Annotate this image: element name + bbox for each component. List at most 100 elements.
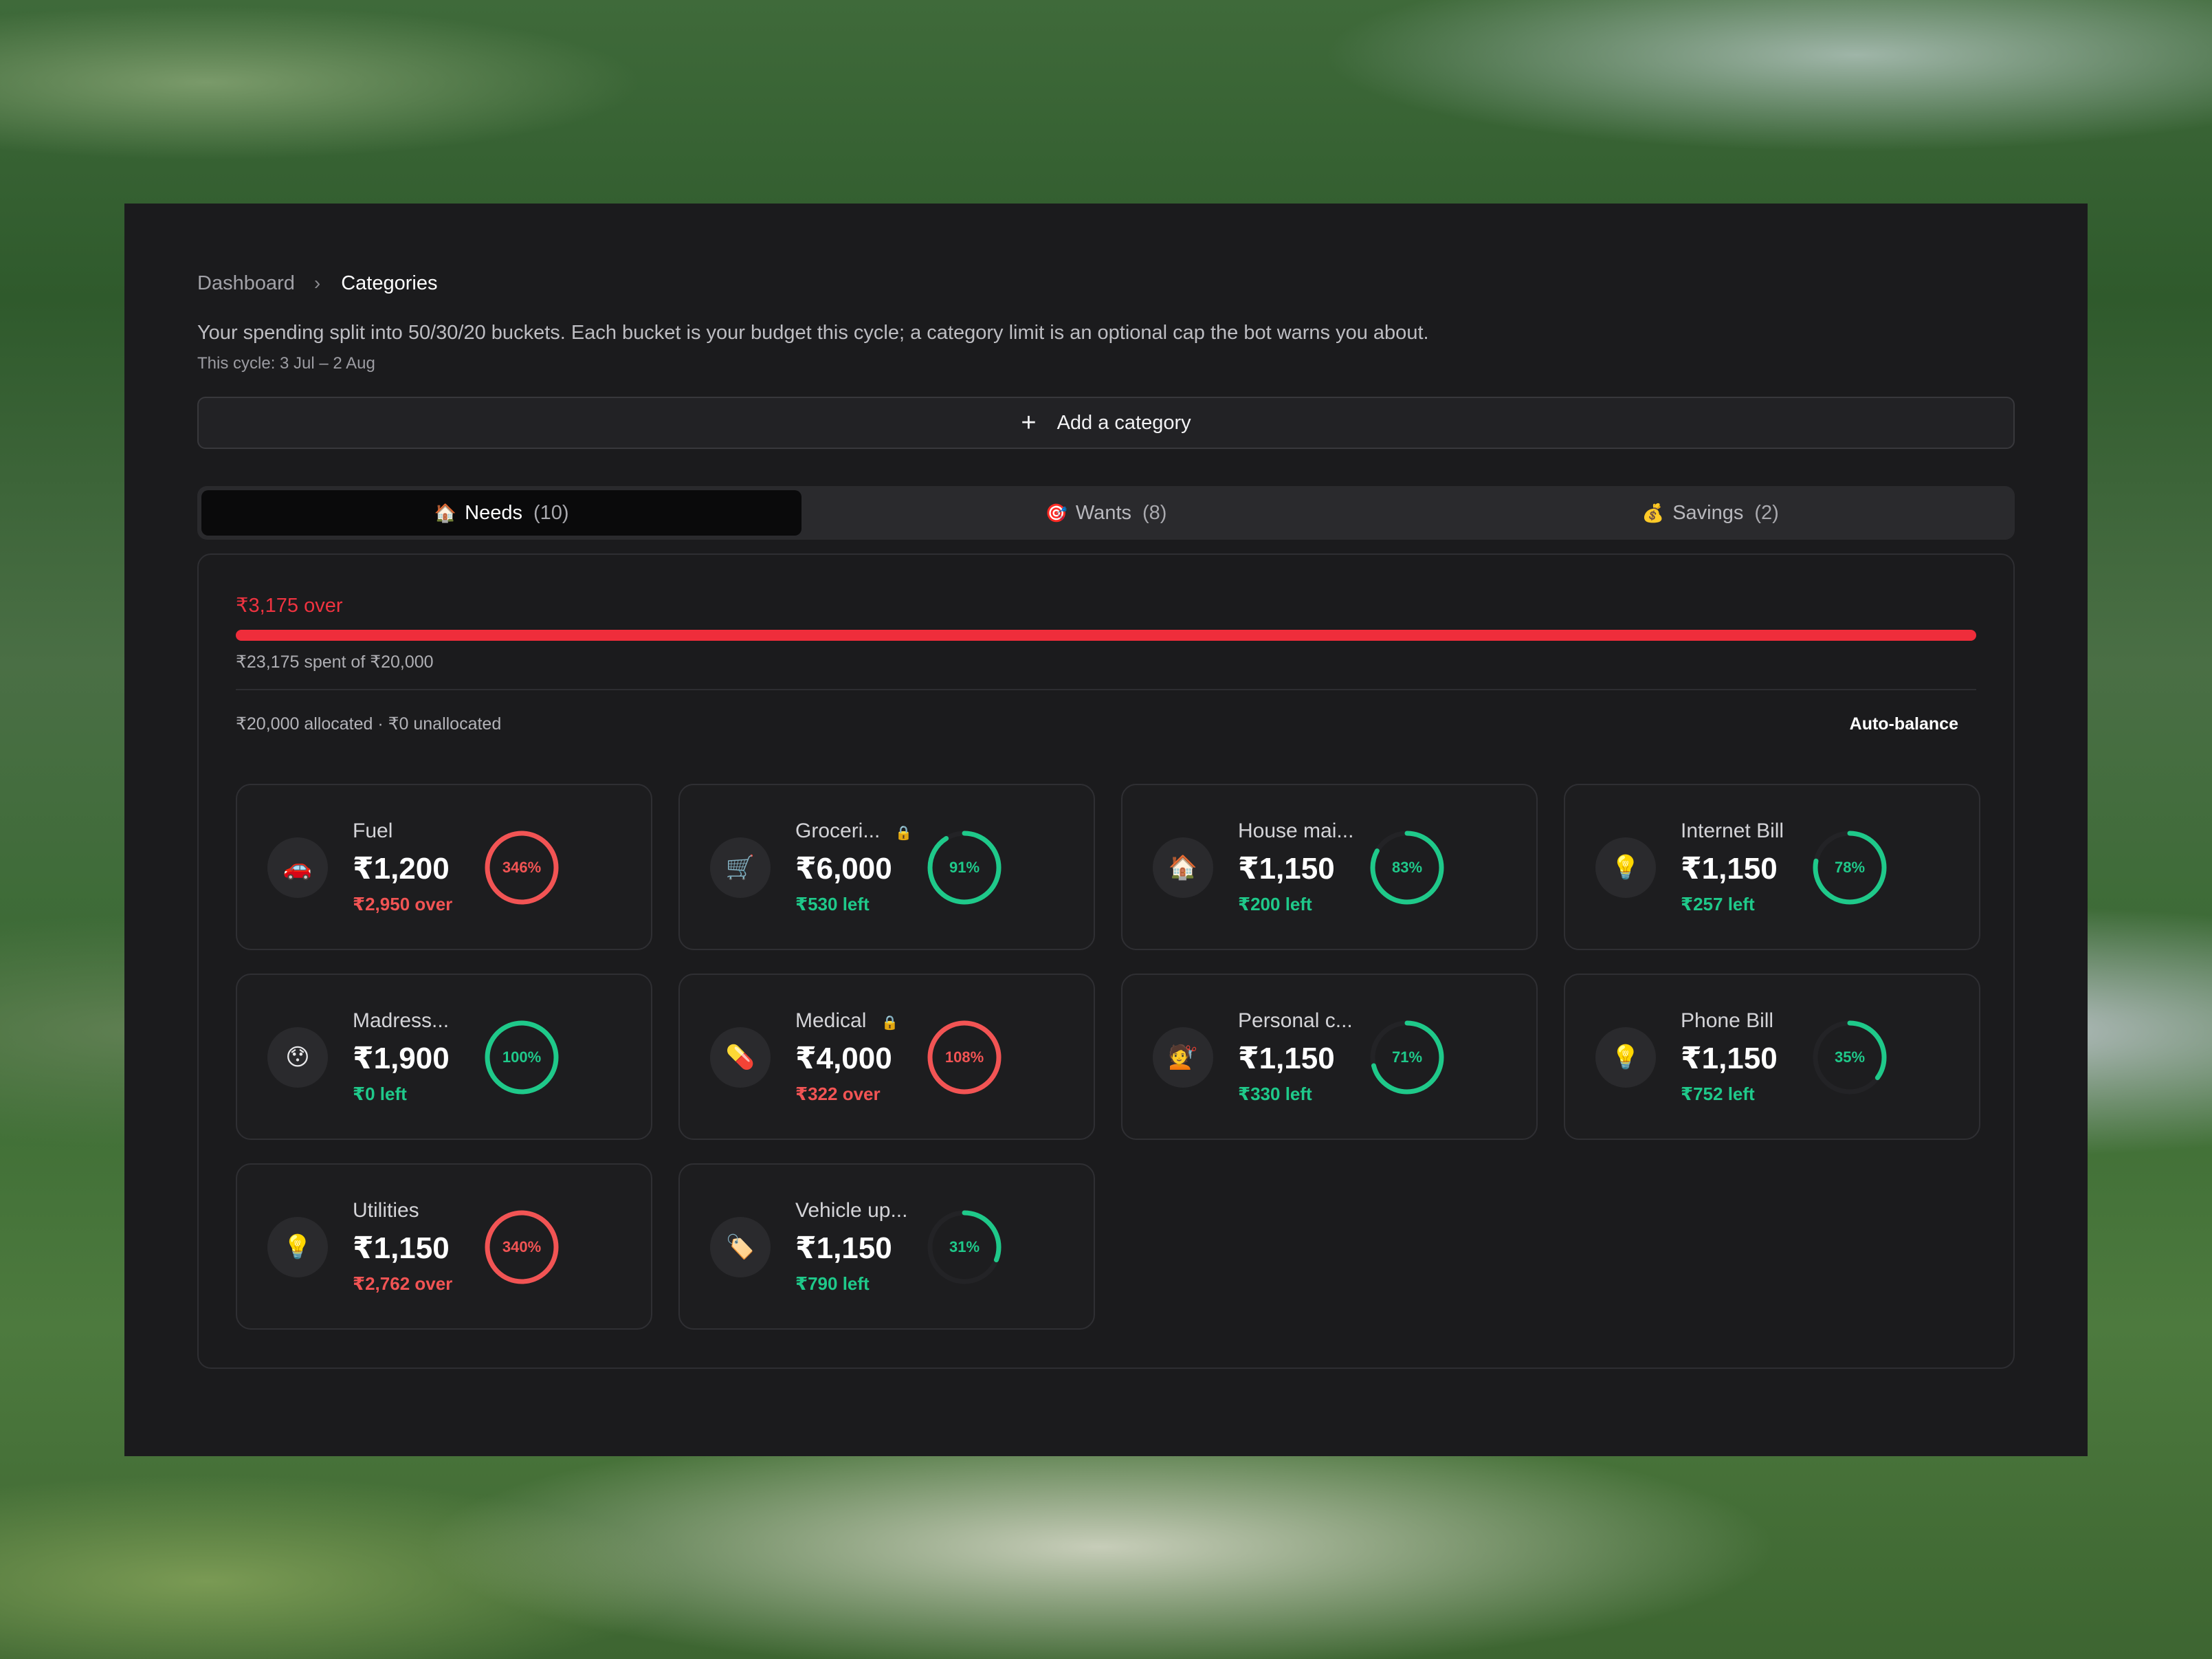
lock-icon: 🔒 <box>895 826 913 841</box>
usage-percent: 35% <box>1835 1048 1865 1066</box>
usage-percent: 340% <box>502 1238 541 1255</box>
categories-window: Dashboard › Categories Your spending spl… <box>124 204 2088 1456</box>
category-card[interactable]: 💡 Internet Bill ₹1,150 ₹257 left 78% <box>1564 784 1980 950</box>
category-amount: ₹1,900 <box>353 1042 450 1075</box>
tag-icon: 🏷️ <box>710 1217 771 1277</box>
category-amount: ₹1,150 <box>1238 1042 1335 1075</box>
tab-savings-count: (2) <box>1754 501 1779 524</box>
breadcrumb-current: Categories <box>341 272 438 294</box>
category-status: ₹330 left <box>1238 1084 1312 1104</box>
usage-ring: 340% <box>485 1210 559 1284</box>
category-name: Internet Bill <box>1681 820 1784 843</box>
light-bulb-icon: 💡 <box>1595 837 1656 898</box>
category-name: Utilities <box>353 1199 419 1222</box>
category-name-text: Medical <box>795 1009 867 1032</box>
category-amount: ₹1,150 <box>353 1231 450 1265</box>
divider <box>236 689 1976 690</box>
usage-ring: 78% <box>1813 831 1887 905</box>
usage-percent: 83% <box>1392 859 1422 876</box>
category-name: Vehicle up... <box>795 1199 907 1222</box>
category-card[interactable]: 💇 Personal c... ₹1,150 ₹330 left 71% <box>1121 974 1538 1140</box>
category-amount: ₹6,000 <box>795 852 892 886</box>
bucket-tabs: 🏠 Needs (10) 🎯 Wants (8) 💰 Savings (2) <box>197 486 2015 540</box>
usage-ring: 35% <box>1813 1020 1887 1095</box>
category-name-text: Phone Bill <box>1681 1009 1774 1032</box>
category-status: ₹2,762 over <box>353 1273 453 1294</box>
category-amount: ₹1,150 <box>795 1231 892 1265</box>
tab-needs[interactable]: 🏠 Needs (10) <box>201 490 802 536</box>
category-name-text: House mai... <box>1238 820 1354 842</box>
haircut-icon: 💇 <box>1153 1027 1213 1088</box>
breadcrumb-dashboard-link[interactable]: Dashboard <box>197 272 295 295</box>
category-grid: 🚗 Fuel ₹1,200 ₹2,950 over 346% 🛒 Groceri... 🔒 ₹6… <box>236 784 1980 1330</box>
allocation-summary: ₹20,000 allocated · ₹0 unallocated <box>236 714 502 734</box>
category-card[interactable]: 💡 Utilities ₹1,150 ₹2,762 over 340% <box>236 1163 652 1330</box>
category-name: Personal c... <box>1238 1009 1353 1033</box>
usage-percent: 346% <box>502 859 541 876</box>
category-card[interactable]: 💊 Medical 🔒 ₹4,000 ₹322 over 108% <box>678 974 1095 1140</box>
category-status: ₹200 left <box>1238 894 1312 914</box>
tab-wants-label: Wants <box>1075 501 1131 524</box>
house-icon: 🏠 <box>1153 837 1213 898</box>
category-card[interactable]: 💡 Phone Bill ₹1,150 ₹752 left 35% <box>1564 974 1980 1140</box>
cycle-label: This cycle: 3 Jul – 2 Aug <box>197 354 375 373</box>
category-status: ₹2,950 over <box>353 894 453 914</box>
usage-percent: 78% <box>1835 859 1865 876</box>
category-card[interactable]: 🏷️ Vehicle up... ₹1,150 ₹790 left 31% <box>678 1163 1095 1330</box>
tab-savings[interactable]: 💰 Savings (2) <box>1411 490 2011 536</box>
category-name: Phone Bill <box>1681 1009 1773 1033</box>
category-status: ₹790 left <box>795 1273 870 1294</box>
usage-ring: 31% <box>927 1210 1002 1284</box>
usage-percent: 71% <box>1392 1048 1422 1066</box>
usage-ring: 83% <box>1370 831 1444 905</box>
category-name: Fuel <box>353 820 392 843</box>
light-bulb-icon: 💡 <box>1595 1027 1656 1088</box>
usage-percent: 100% <box>502 1048 541 1066</box>
plus-icon: + <box>1021 408 1037 437</box>
category-amount: ₹1,150 <box>1238 852 1335 886</box>
add-category-button[interactable]: + Add a category <box>197 397 2015 449</box>
category-name-text: Internet Bill <box>1681 820 1784 842</box>
tab-savings-label: Savings <box>1672 501 1744 524</box>
category-amount: ₹1,200 <box>353 852 450 886</box>
category-status: ₹0 left <box>353 1084 407 1104</box>
tab-wants[interactable]: 🎯 Wants (8) <box>806 490 1406 536</box>
usage-ring: 71% <box>1370 1020 1444 1095</box>
house-icon: 🏠 <box>434 502 457 523</box>
usage-percent: 91% <box>949 859 980 876</box>
category-card[interactable]: 😯 Madress... ₹1,900 ₹0 left 100% <box>236 974 652 1140</box>
breadcrumb: Dashboard › Categories <box>197 270 2015 297</box>
category-status: ₹530 left <box>795 894 870 914</box>
usage-ring: 100% <box>485 1020 559 1095</box>
light-bulb-icon: 💡 <box>267 1217 328 1277</box>
budget-progress-bar <box>236 630 1976 641</box>
chevron-right-icon: › <box>313 272 321 294</box>
category-name: Madress... <box>353 1009 449 1033</box>
category-amount: ₹1,150 <box>1681 1042 1778 1075</box>
category-name-text: Utilities <box>353 1199 419 1222</box>
category-name-text: Madress... <box>353 1009 450 1032</box>
category-name: Groceri... 🔒 <box>795 820 912 843</box>
category-status: ₹752 left <box>1681 1084 1755 1104</box>
category-card[interactable]: 🚗 Fuel ₹1,200 ₹2,950 over 346% <box>236 784 652 950</box>
category-amount: ₹4,000 <box>795 1042 892 1075</box>
page-description: Your spending split into 50/30/20 bucket… <box>197 322 1429 344</box>
category-card[interactable]: 🛒 Groceri... 🔒 ₹6,000 ₹530 left 91% <box>678 784 1095 950</box>
target-icon: 🎯 <box>1045 502 1068 523</box>
category-status: ₹257 left <box>1681 894 1755 914</box>
tab-needs-count: (10) <box>533 501 569 524</box>
usage-percent: 31% <box>949 1238 980 1255</box>
usage-ring: 108% <box>927 1020 1002 1095</box>
spent-summary: ₹23,175 spent of ₹20,000 <box>236 652 434 672</box>
category-card[interactable]: 🏠 House mai... ₹1,150 ₹200 left 83% <box>1121 784 1538 950</box>
lock-icon: 🔒 <box>881 1015 899 1031</box>
shopping-cart-icon: 🛒 <box>710 837 771 898</box>
tab-needs-label: Needs <box>465 501 522 524</box>
category-name: House mai... <box>1238 820 1353 843</box>
category-name-text: Personal c... <box>1238 1009 1353 1032</box>
category-amount: ₹1,150 <box>1681 852 1778 886</box>
auto-balance-button[interactable]: Auto-balance <box>1850 714 1958 734</box>
usage-ring: 346% <box>485 831 559 905</box>
car-icon: 🚗 <box>267 837 328 898</box>
allocation-row: ₹20,000 allocated · ₹0 unallocated Auto-… <box>236 714 1976 734</box>
